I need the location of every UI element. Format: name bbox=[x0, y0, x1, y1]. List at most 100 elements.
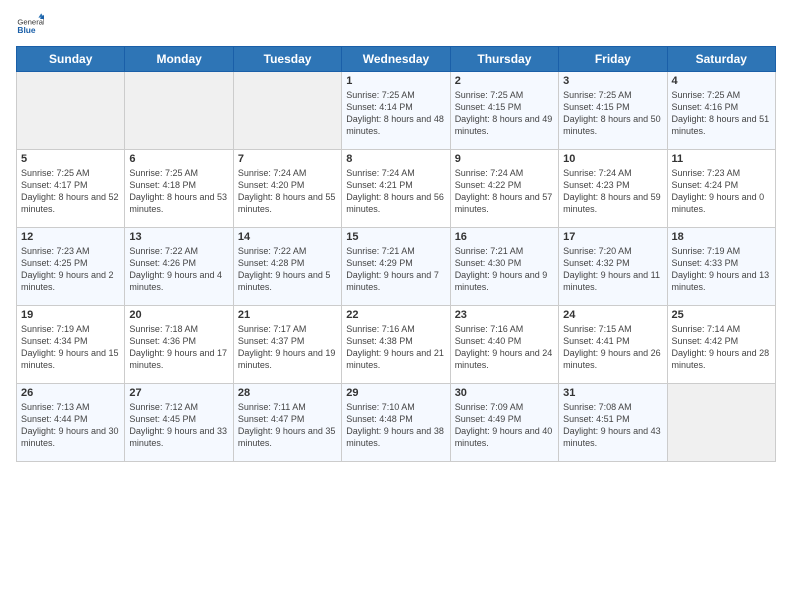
day-number: 15 bbox=[346, 231, 445, 243]
day-number: 4 bbox=[672, 75, 771, 87]
day-number: 27 bbox=[129, 387, 228, 399]
calendar-cell: 2 Sunrise: 7:25 AMSunset: 4:15 PMDaylight… bbox=[450, 72, 558, 150]
week-row-1: 1 Sunrise: 7:25 AMSunset: 4:14 PMDaylight… bbox=[17, 72, 776, 150]
day-info: Sunrise: 7:10 AMSunset: 4:48 PMDaylight:… bbox=[346, 401, 445, 450]
calendar-cell: 22 Sunrise: 7:16 AMSunset: 4:38 PMDayligh… bbox=[342, 306, 450, 384]
calendar-cell: 7 Sunrise: 7:24 AMSunset: 4:20 PMDaylight… bbox=[233, 150, 341, 228]
calendar-cell: 17 Sunrise: 7:20 AMSunset: 4:32 PMDayligh… bbox=[559, 228, 667, 306]
day-info: Sunrise: 7:25 AMSunset: 4:15 PMDaylight:… bbox=[563, 89, 662, 138]
calendar-cell bbox=[667, 384, 775, 462]
day-info: Sunrise: 7:21 AMSunset: 4:30 PMDaylight:… bbox=[455, 245, 554, 294]
calendar-cell bbox=[17, 72, 125, 150]
day-number: 21 bbox=[238, 309, 337, 321]
day-info: Sunrise: 7:12 AMSunset: 4:45 PMDaylight:… bbox=[129, 401, 228, 450]
header-row: SundayMondayTuesdayWednesdayThursdayFrid… bbox=[17, 47, 776, 72]
day-number: 20 bbox=[129, 309, 228, 321]
day-number: 17 bbox=[563, 231, 662, 243]
day-info: Sunrise: 7:17 AMSunset: 4:37 PMDaylight:… bbox=[238, 323, 337, 372]
day-info: Sunrise: 7:18 AMSunset: 4:36 PMDaylight:… bbox=[129, 323, 228, 372]
day-number: 5 bbox=[21, 153, 120, 165]
day-number: 23 bbox=[455, 309, 554, 321]
calendar-cell: 15 Sunrise: 7:21 AMSunset: 4:29 PMDayligh… bbox=[342, 228, 450, 306]
calendar-cell: 30Sunrise: 7:09 AMSunset: 4:49 PMDayligh… bbox=[450, 384, 558, 462]
day-number: 1 bbox=[346, 75, 445, 87]
calendar-cell: 5 Sunrise: 7:25 AMSunset: 4:17 PMDaylight… bbox=[17, 150, 125, 228]
day-info: Sunrise: 7:24 AMSunset: 4:20 PMDaylight:… bbox=[238, 167, 337, 216]
day-header-monday: Monday bbox=[125, 47, 233, 72]
day-info: Sunrise: 7:25 AMSunset: 4:15 PMDaylight:… bbox=[455, 89, 554, 138]
day-info: Sunrise: 7:25 AMSunset: 4:17 PMDaylight:… bbox=[21, 167, 120, 216]
day-info: Sunrise: 7:14 AMSunset: 4:42 PMDaylight:… bbox=[672, 323, 771, 372]
day-info: Sunrise: 7:21 AMSunset: 4:29 PMDaylight:… bbox=[346, 245, 445, 294]
day-number: 25 bbox=[672, 309, 771, 321]
day-info: Sunrise: 7:09 AMSunset: 4:49 PMDaylight:… bbox=[455, 401, 554, 450]
day-info: Sunrise: 7:19 AMSunset: 4:34 PMDaylight:… bbox=[21, 323, 120, 372]
day-header-saturday: Saturday bbox=[667, 47, 775, 72]
calendar-table: SundayMondayTuesdayWednesdayThursdayFrid… bbox=[16, 46, 776, 462]
day-info: Sunrise: 7:08 AMSunset: 4:51 PMDaylight:… bbox=[563, 401, 662, 450]
calendar-cell: 9 Sunrise: 7:24 AMSunset: 4:22 PMDaylight… bbox=[450, 150, 558, 228]
week-row-3: 12Sunrise: 7:23 AMSunset: 4:25 PMDayligh… bbox=[17, 228, 776, 306]
day-number: 28 bbox=[238, 387, 337, 399]
day-number: 26 bbox=[21, 387, 120, 399]
day-info: Sunrise: 7:23 AMSunset: 4:24 PMDaylight:… bbox=[672, 167, 771, 216]
day-header-tuesday: Tuesday bbox=[233, 47, 341, 72]
calendar-cell: 13 Sunrise: 7:22 AMSunset: 4:26 PMDayligh… bbox=[125, 228, 233, 306]
calendar-cell: 4Sunrise: 7:25 AMSunset: 4:16 PMDaylight… bbox=[667, 72, 775, 150]
day-info: Sunrise: 7:15 AMSunset: 4:41 PMDaylight:… bbox=[563, 323, 662, 372]
day-header-wednesday: Wednesday bbox=[342, 47, 450, 72]
calendar-cell: 23 Sunrise: 7:16 AMSunset: 4:40 PMDayligh… bbox=[450, 306, 558, 384]
logo: General Blue bbox=[16, 12, 44, 40]
day-number: 18 bbox=[672, 231, 771, 243]
day-info: Sunrise: 7:20 AMSunset: 4:32 PMDaylight:… bbox=[563, 245, 662, 294]
calendar-cell: 3 Sunrise: 7:25 AMSunset: 4:15 PMDaylight… bbox=[559, 72, 667, 150]
calendar-cell: 29 Sunrise: 7:10 AMSunset: 4:48 PMDayligh… bbox=[342, 384, 450, 462]
day-number: 29 bbox=[346, 387, 445, 399]
day-number: 13 bbox=[129, 231, 228, 243]
day-info: Sunrise: 7:22 AMSunset: 4:28 PMDaylight:… bbox=[238, 245, 337, 294]
day-number: 3 bbox=[563, 75, 662, 87]
calendar-cell: 6Sunrise: 7:25 AMSunset: 4:18 PMDaylight… bbox=[125, 150, 233, 228]
day-header-friday: Friday bbox=[559, 47, 667, 72]
day-number: 12 bbox=[21, 231, 120, 243]
calendar-cell: 19Sunrise: 7:19 AMSunset: 4:34 PMDayligh… bbox=[17, 306, 125, 384]
day-number: 8 bbox=[346, 153, 445, 165]
day-number: 2 bbox=[455, 75, 554, 87]
day-info: Sunrise: 7:22 AMSunset: 4:26 PMDaylight:… bbox=[129, 245, 228, 294]
page-container: General Blue SundayMondayTuesdayWednesda… bbox=[0, 0, 792, 470]
day-info: Sunrise: 7:16 AMSunset: 4:40 PMDaylight:… bbox=[455, 323, 554, 372]
day-info: Sunrise: 7:24 AMSunset: 4:22 PMDaylight:… bbox=[455, 167, 554, 216]
header: General Blue bbox=[16, 12, 776, 40]
svg-text:Blue: Blue bbox=[17, 25, 35, 35]
calendar-cell: 24Sunrise: 7:15 AMSunset: 4:41 PMDayligh… bbox=[559, 306, 667, 384]
day-number: 22 bbox=[346, 309, 445, 321]
day-number: 9 bbox=[455, 153, 554, 165]
calendar-cell: 16Sunrise: 7:21 AMSunset: 4:30 PMDayligh… bbox=[450, 228, 558, 306]
day-header-thursday: Thursday bbox=[450, 47, 558, 72]
calendar-cell bbox=[125, 72, 233, 150]
calendar-cell: 12Sunrise: 7:23 AMSunset: 4:25 PMDayligh… bbox=[17, 228, 125, 306]
day-info: Sunrise: 7:25 AMSunset: 4:18 PMDaylight:… bbox=[129, 167, 228, 216]
calendar-cell: 31 Sunrise: 7:08 AMSunset: 4:51 PMDayligh… bbox=[559, 384, 667, 462]
day-info: Sunrise: 7:24 AMSunset: 4:23 PMDaylight:… bbox=[563, 167, 662, 216]
day-info: Sunrise: 7:24 AMSunset: 4:21 PMDaylight:… bbox=[346, 167, 445, 216]
calendar-cell: 21 Sunrise: 7:17 AMSunset: 4:37 PMDayligh… bbox=[233, 306, 341, 384]
logo-icon: General Blue bbox=[16, 12, 44, 40]
day-number: 7 bbox=[238, 153, 337, 165]
calendar-cell bbox=[233, 72, 341, 150]
day-number: 10 bbox=[563, 153, 662, 165]
calendar-cell: 11 Sunrise: 7:23 AMSunset: 4:24 PMDayligh… bbox=[667, 150, 775, 228]
day-header-sunday: Sunday bbox=[17, 47, 125, 72]
day-number: 11 bbox=[672, 153, 771, 165]
calendar-cell: 25 Sunrise: 7:14 AMSunset: 4:42 PMDayligh… bbox=[667, 306, 775, 384]
week-row-2: 5 Sunrise: 7:25 AMSunset: 4:17 PMDaylight… bbox=[17, 150, 776, 228]
week-row-4: 19Sunrise: 7:19 AMSunset: 4:34 PMDayligh… bbox=[17, 306, 776, 384]
week-row-5: 26Sunrise: 7:13 AMSunset: 4:44 PMDayligh… bbox=[17, 384, 776, 462]
calendar-cell: 10 Sunrise: 7:24 AMSunset: 4:23 PMDayligh… bbox=[559, 150, 667, 228]
calendar-cell: 28Sunrise: 7:11 AMSunset: 4:47 PMDayligh… bbox=[233, 384, 341, 462]
day-info: Sunrise: 7:25 AMSunset: 4:14 PMDaylight:… bbox=[346, 89, 445, 138]
calendar-cell: 14Sunrise: 7:22 AMSunset: 4:28 PMDayligh… bbox=[233, 228, 341, 306]
day-info: Sunrise: 7:16 AMSunset: 4:38 PMDaylight:… bbox=[346, 323, 445, 372]
calendar-cell: 8 Sunrise: 7:24 AMSunset: 4:21 PMDaylight… bbox=[342, 150, 450, 228]
day-number: 31 bbox=[563, 387, 662, 399]
